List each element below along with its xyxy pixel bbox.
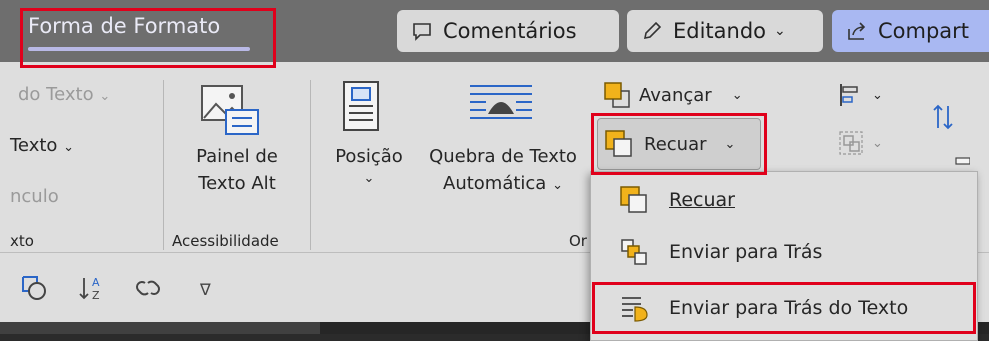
group-objects-icon	[838, 130, 864, 156]
pencil-icon	[641, 20, 663, 42]
alt-text-icon	[196, 80, 264, 140]
text-fill-dropdown[interactable]: do Texto ⌄	[18, 84, 110, 105]
group-objects-button[interactable]: ⌄	[838, 128, 898, 158]
highlight-box-behind-text	[592, 282, 976, 334]
menu-item-send-to-back[interactable]: Enviar para Trás	[591, 226, 977, 278]
svg-text:A: A	[92, 276, 100, 289]
wrap-text-icon	[466, 80, 536, 126]
bring-forward-button[interactable]: Avançar ⌄	[603, 80, 763, 110]
link-icon[interactable]	[134, 276, 162, 300]
chevron-down-icon: ⌄	[872, 87, 883, 103]
highlight-box-send-backward	[591, 113, 767, 175]
editing-label: Editando	[673, 19, 767, 43]
sort-icon[interactable]: A Z	[78, 274, 106, 302]
chevron-down-icon: ⌄	[363, 171, 375, 186]
bring-forward-icon	[603, 81, 631, 109]
position-button[interactable]: Posição ⌄	[328, 146, 410, 186]
align-icon	[838, 82, 864, 108]
editing-mode-button[interactable]: Editando ⌄	[627, 10, 823, 52]
text-group-label: xto	[10, 232, 34, 250]
group-divider	[163, 80, 164, 250]
text-fill-label: do Texto	[18, 84, 94, 105]
wrap-text-button[interactable]: Quebra de Texto Automática ⌄	[418, 146, 588, 194]
position-icon	[340, 80, 384, 134]
send-backward-icon	[619, 185, 649, 215]
text-outline-label: Texto	[10, 135, 58, 156]
rotate-icon[interactable]	[930, 100, 970, 180]
arrange-group-label: Or	[569, 232, 587, 250]
customize-toolbar-icon[interactable]: ∇	[200, 280, 211, 299]
wrap-text-label-line2: Automática	[443, 173, 547, 194]
chevron-down-icon: ⌄	[99, 89, 111, 104]
status-strip-active	[0, 322, 320, 334]
svg-text:Z: Z	[92, 289, 100, 302]
chevron-down-icon: ⌄	[731, 87, 743, 103]
chevron-down-icon: ⌄	[552, 178, 563, 193]
comment-icon	[411, 20, 433, 42]
share-button[interactable]: Compart	[832, 10, 989, 52]
alt-text-label-line2: Texto Alt	[198, 173, 276, 194]
accessibility-group-label: Acessibilidade	[172, 232, 279, 250]
menu-item-send-backward[interactable]: Recuar	[591, 174, 977, 226]
share-icon	[846, 20, 868, 42]
group-divider	[310, 80, 311, 250]
menu-item-label: Enviar para Trás	[669, 241, 823, 263]
comments-button[interactable]: Comentários	[397, 10, 619, 52]
share-label: Compart	[878, 19, 970, 43]
alt-text-label-line1: Painel de	[196, 146, 278, 167]
text-outline-dropdown[interactable]: Texto ⌄	[10, 135, 74, 156]
text-link-button[interactable]: nculo	[10, 186, 59, 207]
alt-text-pane-button[interactable]: Painel de Texto Alt	[188, 146, 286, 194]
comments-label: Comentários	[443, 19, 577, 43]
highlight-box-tab	[20, 8, 276, 68]
chevron-down-icon: ⌄	[63, 140, 75, 155]
wrap-text-label-line1: Quebra de Texto	[429, 146, 577, 167]
bring-forward-label: Avançar	[639, 84, 712, 106]
align-button[interactable]: ⌄	[838, 80, 898, 110]
menu-item-label: Recuar	[669, 189, 735, 211]
shape-select-icon[interactable]	[20, 274, 48, 302]
position-label: Posição	[335, 146, 403, 167]
send-to-back-icon	[619, 237, 649, 267]
chevron-down-icon: ⌄	[872, 135, 883, 151]
chevron-down-icon: ⌄	[774, 23, 786, 39]
